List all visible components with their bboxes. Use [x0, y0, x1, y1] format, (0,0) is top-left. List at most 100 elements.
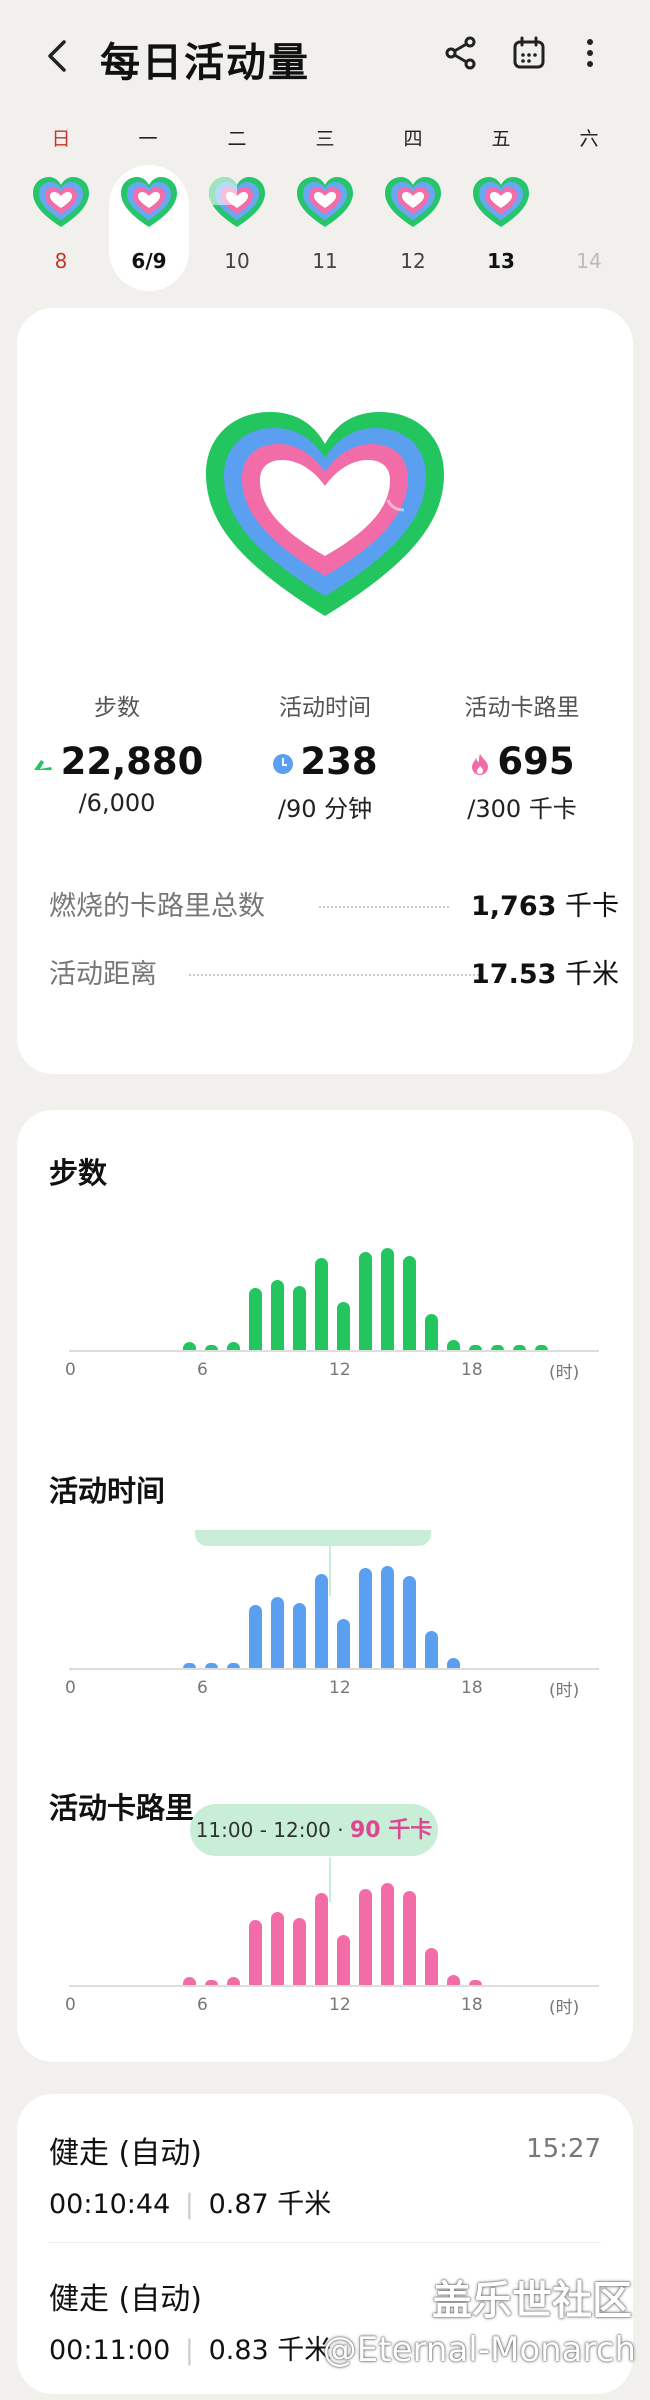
hourly-bar[interactable]	[491, 1345, 504, 1350]
dotted-leader	[189, 974, 479, 976]
hourly-bar[interactable]	[535, 1345, 548, 1350]
hourly-bar[interactable]	[513, 1345, 526, 1350]
weekday-sat: 六	[579, 128, 599, 150]
calories-label: 活动卡路里	[464, 695, 580, 721]
hourly-bar[interactable]	[403, 1576, 416, 1668]
hourly-bar[interactable]	[359, 1252, 372, 1350]
x-tick-label: 18	[461, 1678, 483, 1698]
hourly-bar[interactable]	[425, 1631, 438, 1668]
more-vert-icon[interactable]	[571, 34, 609, 72]
hourly-bar[interactable]	[249, 1605, 262, 1668]
tooltip-time: 11:00 - 12:00	[195, 1818, 331, 1842]
hourly-bar[interactable]	[227, 1663, 240, 1668]
hourly-bar[interactable]	[337, 1302, 350, 1350]
hourly-bar[interactable]	[447, 1340, 460, 1350]
hourly-bar[interactable]	[227, 1342, 240, 1350]
calories-tooltip: 11:00 - 12:00 · 90 千卡	[190, 1804, 438, 1856]
dotted-leader	[319, 906, 449, 908]
hourly-bar[interactable]	[403, 1256, 416, 1350]
day-number: 8	[54, 249, 68, 273]
hourly-bar[interactable]	[469, 1980, 482, 1985]
day-item[interactable]: 11	[285, 165, 365, 291]
hourly-bar[interactable]	[359, 1568, 372, 1668]
hourly-bar[interactable]	[293, 1286, 306, 1350]
hourly-bar[interactable]	[249, 1288, 262, 1350]
hourly-bar[interactable]	[447, 1658, 460, 1668]
hourly-bar[interactable]	[315, 1258, 328, 1350]
chart-baseline	[69, 1985, 599, 1987]
hourly-bar[interactable]	[381, 1248, 394, 1350]
weekday-fri: 五	[491, 128, 511, 150]
page-title: 每日活动量	[100, 40, 310, 86]
calories-chart-title: 活动卡路里	[49, 1791, 195, 1825]
day-number: 6/9	[131, 249, 167, 273]
exercise-title: 健走 (自动)	[49, 2136, 202, 2171]
chart-baseline	[69, 1668, 599, 1670]
tooltip-pointer-line	[329, 1546, 331, 1596]
hourly-bar[interactable]	[337, 1935, 350, 1985]
hourly-bar[interactable]	[271, 1280, 284, 1350]
day-item-future: 14	[549, 165, 629, 291]
calendar-icon[interactable]	[510, 34, 548, 72]
x-axis-unit: (时)	[549, 1681, 580, 1701]
watermark-user: @Eternal-Monarch	[322, 2330, 636, 2370]
day-number: 10	[224, 249, 250, 273]
hourly-bar[interactable]	[227, 1977, 240, 1985]
day-item-today[interactable]: 13	[461, 165, 541, 291]
active-time-value: 238	[300, 740, 378, 783]
distance-label: 活动距离	[49, 959, 157, 990]
x-tick-label: 12	[329, 1360, 351, 1380]
distance-unit: 千米	[565, 959, 619, 990]
hourly-bar[interactable]	[205, 1663, 218, 1668]
back-arrow-icon[interactable]	[42, 36, 72, 76]
hourly-bar[interactable]	[359, 1889, 372, 1985]
active-time-chart-title: 活动时间	[49, 1474, 166, 1508]
day-item[interactable]: 12	[373, 165, 453, 291]
total-burned-label: 燃烧的卡路里总数	[49, 891, 265, 922]
hourly-bar[interactable]	[183, 1977, 196, 1985]
total-burned-unit: 千卡	[565, 891, 619, 922]
hourly-bar[interactable]	[249, 1920, 262, 1985]
day-number: 14	[576, 249, 602, 273]
weekday-thu: 四	[403, 128, 423, 150]
day-number: 12	[400, 249, 426, 273]
hourly-bar[interactable]	[381, 1883, 394, 1985]
separator: |	[184, 2335, 194, 2366]
hourly-bar[interactable]	[315, 1893, 328, 1985]
hourly-bar[interactable]	[469, 1345, 482, 1350]
mini-heart-icon	[297, 177, 353, 227]
hourly-bar[interactable]	[271, 1912, 284, 1985]
day-item[interactable]: 8	[21, 165, 101, 291]
hourly-bar[interactable]	[293, 1918, 306, 1985]
exercise-distance: 0.83 千米	[208, 2335, 332, 2366]
hourly-bar[interactable]	[337, 1619, 350, 1668]
exercise-title: 健走 (自动)	[49, 2282, 202, 2317]
hourly-bar[interactable]	[403, 1891, 416, 1985]
hourly-bar[interactable]	[425, 1314, 438, 1350]
mini-heart-icon	[209, 177, 265, 227]
hourly-bar[interactable]	[205, 1345, 218, 1350]
exercise-duration: 00:11:00	[49, 2335, 171, 2366]
hourly-bar[interactable]	[315, 1574, 328, 1668]
exercise-distance: 0.87 千米	[208, 2189, 332, 2220]
mini-heart-icon	[121, 177, 177, 227]
share-icon[interactable]	[442, 34, 480, 72]
day-item[interactable]: 10	[197, 165, 277, 291]
hourly-bar[interactable]	[183, 1342, 196, 1350]
hourly-bar[interactable]	[183, 1663, 196, 1668]
day-item-selected[interactable]: 6/9	[109, 165, 189, 291]
hourly-bar[interactable]	[271, 1597, 284, 1668]
distance-row: 活动距离 17.53 千米	[49, 952, 619, 992]
x-tick-label: 6	[197, 1995, 208, 2015]
hourly-bar[interactable]	[447, 1975, 460, 1985]
hourly-bar[interactable]	[293, 1603, 306, 1668]
hourly-bar[interactable]	[205, 1980, 218, 1985]
x-tick-label: 6	[197, 1678, 208, 1698]
weekday-wed: 三	[315, 128, 335, 150]
x-tick-label: 0	[65, 1360, 76, 1380]
hourly-bar[interactable]	[381, 1566, 394, 1668]
calories-stat: 活动卡路里 695 /300 千卡	[422, 688, 622, 824]
active-time-goal: /90 分钟	[277, 795, 373, 823]
hourly-bar[interactable]	[425, 1948, 438, 1985]
tooltip-bubble-partial	[195, 1530, 431, 1546]
